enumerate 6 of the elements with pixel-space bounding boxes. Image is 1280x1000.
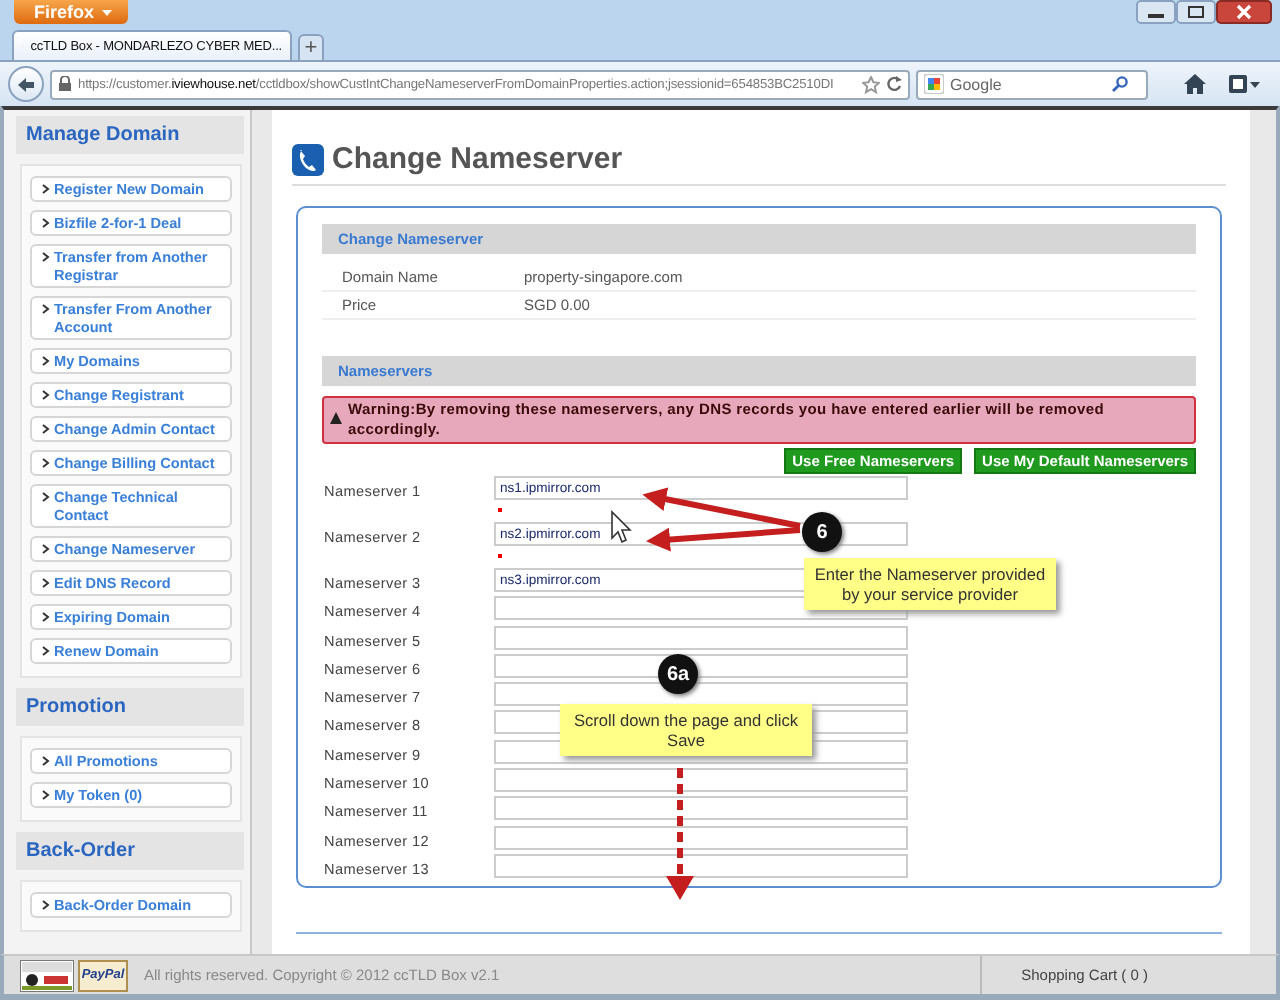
section-heading: Manage Domain (16, 116, 244, 154)
section-heading: Back-Order (16, 832, 244, 870)
callout-tooltip: Enter the Nameserver provided by your service provider (804, 558, 1056, 610)
page-title: Change Nameserver (332, 142, 623, 176)
section-heading: Promotion (16, 688, 244, 726)
callout-tooltip: Scroll down the page and click Save (560, 704, 812, 756)
